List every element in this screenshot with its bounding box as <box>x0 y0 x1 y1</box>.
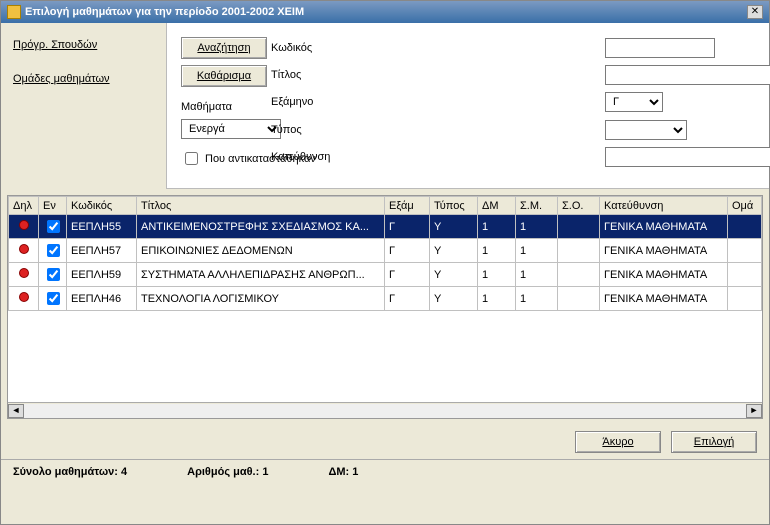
type-select[interactable] <box>605 120 687 140</box>
cell-dm: 1 <box>478 239 516 263</box>
cell-sm: 1 <box>516 215 558 239</box>
status-dot-icon <box>19 268 29 278</box>
col-sm[interactable]: Σ.Μ. <box>516 197 558 215</box>
scroll-track[interactable] <box>24 404 746 418</box>
cell-sem: Γ <box>385 239 430 263</box>
courses-select[interactable]: Ενεργά <box>181 119 281 139</box>
cell-type: Υ <box>430 215 478 239</box>
cell-sem: Γ <box>385 263 430 287</box>
cell-code: ΕΕΠΛΗ57 <box>67 239 137 263</box>
scroll-right-icon[interactable]: ► <box>746 404 762 418</box>
cancel-button[interactable]: Άκυρο <box>575 431 661 453</box>
table-row[interactable]: ΕΕΠΛΗ59ΣΥΣΤΗΜΑΤΑ ΑΛΛΗΛΕΠΙΔΡΑΣΗΣ ΑΝΘΡΩΠ..… <box>9 263 762 287</box>
cell-dm: 1 <box>478 263 516 287</box>
cell-sem: Γ <box>385 287 430 311</box>
cell-direction: ΓΕΝΙΚΑ ΜΑΘΗΜΑΤΑ <box>600 239 728 263</box>
cell-type: Υ <box>430 287 478 311</box>
col-direction[interactable]: Κατεύθυνση <box>600 197 728 215</box>
statusbar: Σύνολο μαθημάτων: 4 Αριθμός μαθ.: 1 ΔΜ: … <box>1 459 769 483</box>
cell-type: Υ <box>430 263 478 287</box>
row-en-checkbox[interactable] <box>47 220 60 233</box>
cell-group <box>728 239 762 263</box>
cell-sm: 1 <box>516 239 558 263</box>
semester-select[interactable]: Γ <box>605 92 663 112</box>
cell-type: Υ <box>430 239 478 263</box>
clear-button[interactable]: Καθάρισμα <box>181 65 267 87</box>
scroll-left-icon[interactable]: ◄ <box>8 404 24 418</box>
col-en[interactable]: Εν <box>39 197 67 215</box>
col-sem[interactable]: Εξάμ <box>385 197 430 215</box>
sidebar-item-course-groups[interactable]: Ομάδες μαθημάτων <box>9 71 158 87</box>
courses-label: Μαθήματα <box>181 101 232 113</box>
row-en-checkbox[interactable] <box>47 268 60 281</box>
cell-dm: 1 <box>478 215 516 239</box>
status-dm: ΔΜ: 1 <box>328 466 358 478</box>
col-so[interactable]: Σ.Ο. <box>558 197 600 215</box>
row-en-checkbox[interactable] <box>47 292 60 305</box>
cell-so <box>558 287 600 311</box>
grid-header-row: Δηλ Εν Κωδικός Τίτλος Εξάμ Τύπος ΔΜ Σ.Μ.… <box>9 197 762 215</box>
title-label: Τίτλος <box>271 69 595 81</box>
row-en-checkbox[interactable] <box>47 244 60 257</box>
semester-label: Εξάμηνο <box>271 96 595 108</box>
horizontal-scrollbar[interactable]: ◄ ► <box>8 402 762 418</box>
cell-group <box>728 287 762 311</box>
window-title: Επιλογή μαθημάτων για την περίοδο 2001-2… <box>25 6 304 18</box>
cell-direction: ΓΕΝΙΚΑ ΜΑΘΗΜΑΤΑ <box>600 215 728 239</box>
status-total: Σύνολο μαθημάτων: 4 <box>13 466 127 478</box>
cell-so <box>558 239 600 263</box>
status-dot-icon <box>19 292 29 302</box>
col-dm[interactable]: ΔΜ <box>478 197 516 215</box>
cell-code: ΕΕΠΛΗ46 <box>67 287 137 311</box>
col-code[interactable]: Κωδικός <box>67 197 137 215</box>
code-input[interactable] <box>605 38 715 58</box>
cell-sm: 1 <box>516 263 558 287</box>
status-dot-icon <box>19 244 29 254</box>
cell-title: ΤΕΧΝΟΛΟΓΙΑ ΛΟΓΙΣΜΙΚΟΥ <box>137 287 385 311</box>
close-icon[interactable]: ✕ <box>747 5 763 19</box>
cell-title: ΑΝΤΙΚΕΙΜΕΝΟΣΤΡΕΦΗΣ ΣΧΕΔΙΑΣΜΟΣ ΚΑ... <box>137 215 385 239</box>
title-input[interactable] <box>605 65 770 85</box>
status-count: Αριθμός μαθ.: 1 <box>187 466 268 478</box>
select-button[interactable]: Επιλογή <box>671 431 757 453</box>
footer-buttons: Άκυρο Επιλογή <box>1 425 769 459</box>
cell-title: ΣΥΣΤΗΜΑΤΑ ΑΛΛΗΛΕΠΙΔΡΑΣΗΣ ΑΝΘΡΩΠ... <box>137 263 385 287</box>
cell-direction: ΓΕΝΙΚΑ ΜΑΘΗΜΑΤΑ <box>600 263 728 287</box>
direction-select[interactable] <box>605 147 770 167</box>
cell-code: ΕΕΠΛΗ59 <box>67 263 137 287</box>
replaced-checkbox[interactable] <box>185 152 198 165</box>
col-group[interactable]: Ομά <box>728 197 762 215</box>
col-title[interactable]: Τίτλος <box>137 197 385 215</box>
cell-so <box>558 215 600 239</box>
direction-label: Κατεύθυνση <box>271 151 595 163</box>
cell-sem: Γ <box>385 215 430 239</box>
code-label: Κωδικός <box>271 42 595 54</box>
cell-title: ΕΠΙΚΟΙΝΩΝΙΕΣ ΔΕΔΟΜΕΝΩΝ <box>137 239 385 263</box>
titlebar: Επιλογή μαθημάτων για την περίοδο 2001-2… <box>1 1 769 23</box>
sidebar: Πρόγρ. Σπουδών Ομάδες μαθημάτων <box>1 23 166 189</box>
cell-group <box>728 263 762 287</box>
sidebar-item-curriculum[interactable]: Πρόγρ. Σπουδών <box>9 37 158 53</box>
cell-code: ΕΕΠΛΗ55 <box>67 215 137 239</box>
col-type[interactable]: Τύπος <box>430 197 478 215</box>
type-label: Τύπος <box>271 124 595 136</box>
cell-so <box>558 263 600 287</box>
results-grid: Δηλ Εν Κωδικός Τίτλος Εξάμ Τύπος ΔΜ Σ.Μ.… <box>7 195 763 419</box>
table-row[interactable]: ΕΕΠΛΗ55ΑΝΤΙΚΕΙΜΕΝΟΣΤΡΕΦΗΣ ΣΧΕΔΙΑΣΜΟΣ ΚΑ.… <box>9 215 762 239</box>
cell-direction: ΓΕΝΙΚΑ ΜΑΘΗΜΑΤΑ <box>600 287 728 311</box>
table-row[interactable]: ΕΕΠΛΗ57ΕΠΙΚΟΙΝΩΝΙΕΣ ΔΕΔΟΜΕΝΩΝΓΥ11ΓΕΝΙΚΑ … <box>9 239 762 263</box>
status-dot-icon <box>19 220 29 230</box>
search-button[interactable]: Αναζήτηση <box>181 37 267 59</box>
cell-dm: 1 <box>478 287 516 311</box>
cell-group <box>728 215 762 239</box>
search-form: Κωδικός Αναζήτηση Καθάρισμα Μαθήματα Ενε… <box>166 23 769 189</box>
col-dhl[interactable]: Δηλ <box>9 197 39 215</box>
table-row[interactable]: ΕΕΠΛΗ46ΤΕΧΝΟΛΟΓΙΑ ΛΟΓΙΣΜΙΚΟΥΓΥ11ΓΕΝΙΚΑ Μ… <box>9 287 762 311</box>
app-icon <box>7 5 21 19</box>
cell-sm: 1 <box>516 287 558 311</box>
